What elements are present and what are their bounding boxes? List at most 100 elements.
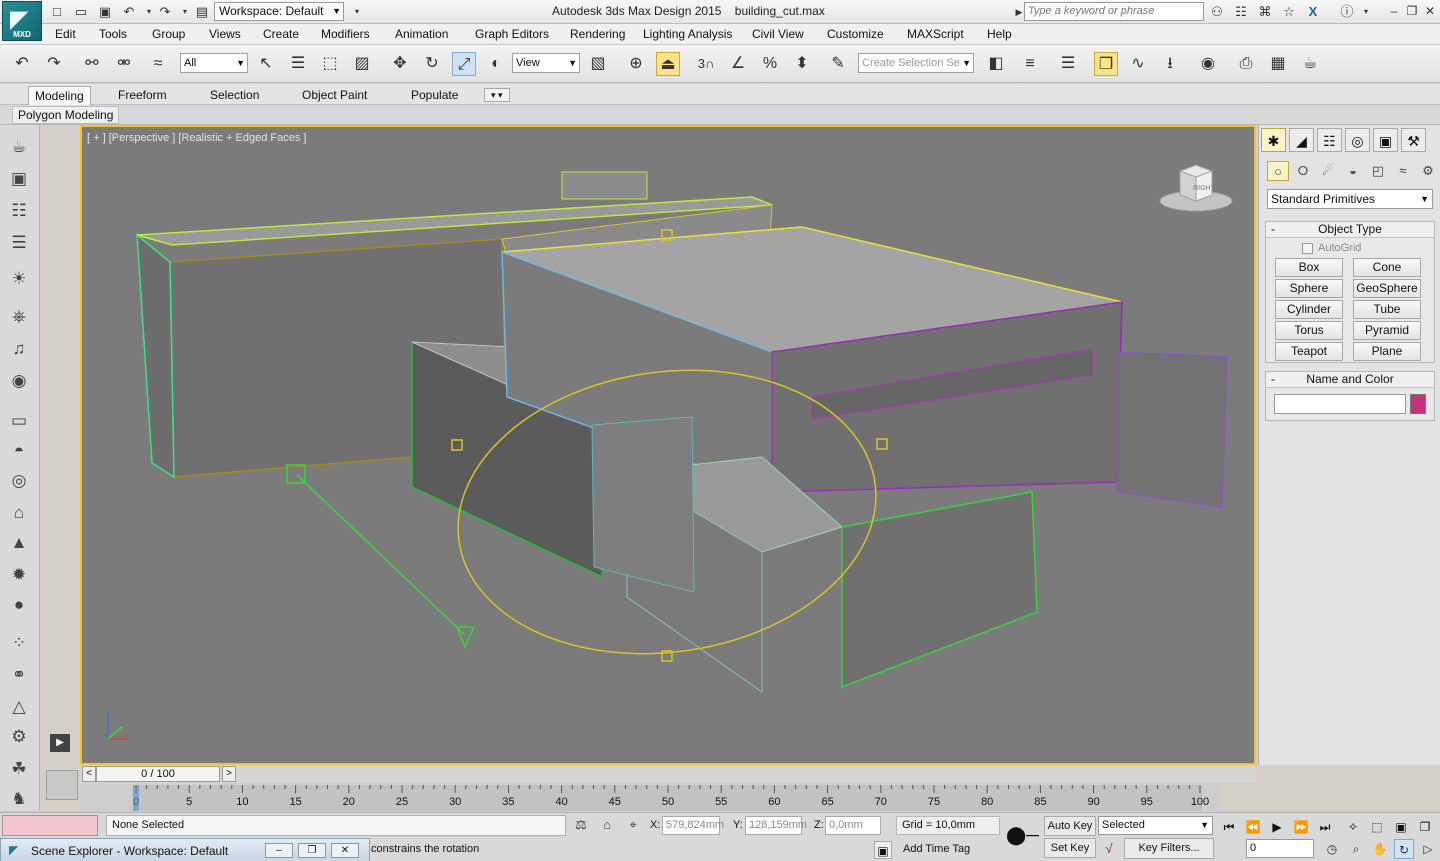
layer-manager-icon[interactable]: ☰: [1056, 52, 1080, 76]
pivot-center-icon[interactable]: ▧: [586, 52, 610, 76]
select-and-place-icon[interactable]: ◐: [484, 52, 508, 76]
orbit-icon[interactable]: ↻: [1394, 839, 1414, 859]
biped-icon[interactable]: ♞: [6, 787, 32, 811]
menu-lighting-analysis[interactable]: Lighting Analysis: [643, 27, 732, 41]
undo-icon[interactable]: ↶: [10, 52, 34, 76]
torus-icon[interactable]: ◎: [6, 469, 32, 493]
bone-icon[interactable]: ⚭: [6, 663, 32, 687]
teapot-button[interactable]: Teapot: [1275, 342, 1343, 361]
percent-snap-icon[interactable]: %: [758, 52, 782, 76]
current-frame-input[interactable]: 0: [1246, 839, 1314, 858]
redo-icon[interactable]: ↷: [156, 3, 174, 21]
menu-rendering[interactable]: Rendering: [570, 27, 625, 41]
menu-graph-editors[interactable]: Graph Editors: [475, 27, 549, 41]
shapes-category-icon[interactable]: ⭘: [1292, 161, 1314, 181]
auto-key-button[interactable]: Auto Key: [1044, 816, 1096, 836]
pan-hand-icon[interactable]: ✋: [1370, 839, 1390, 859]
polygon-modeling-panel[interactable]: Polygon Modeling: [12, 106, 120, 124]
menu-customize[interactable]: Customize: [827, 27, 884, 41]
help-icon[interactable]: ⓘ: [1338, 3, 1356, 21]
layer-explorer-icon[interactable]: ☰: [6, 231, 32, 255]
project-folder-icon[interactable]: ▤: [193, 3, 211, 21]
tab-populate[interactable]: Populate: [405, 86, 464, 105]
perspective-viewport[interactable]: [ + ] [Perspective ] [Realistic + Edged …: [80, 125, 1256, 765]
workspace-selector[interactable]: Workspace: Default ▼: [214, 2, 344, 21]
bind-to-space-warp-icon[interactable]: ≈: [146, 52, 170, 76]
display-panel-icon[interactable]: ▣: [1373, 128, 1398, 152]
application-menu-button[interactable]: ◤ MXD: [2, 1, 42, 41]
minimize-icon[interactable]: –: [1386, 3, 1402, 19]
mini-viewport-toggle[interactable]: [46, 770, 78, 800]
minimize-icon[interactable]: –: [265, 843, 293, 858]
object-name-input[interactable]: [1274, 394, 1406, 414]
open-file-icon[interactable]: ▭: [72, 3, 90, 21]
tab-object-paint[interactable]: Object Paint: [296, 86, 373, 105]
helpers-category-icon[interactable]: ◰: [1367, 161, 1389, 181]
utilities-panel-icon[interactable]: ⚒: [1401, 128, 1426, 152]
menu-help[interactable]: Help: [987, 27, 1012, 41]
camera-icon[interactable]: ⎈: [6, 305, 32, 329]
key-tangent-icon[interactable]: √: [1100, 840, 1118, 858]
time-cursor[interactable]: [133, 785, 139, 811]
object-type-header[interactable]: - Object Type: [1266, 222, 1434, 238]
angle-snap-icon[interactable]: ∠: [726, 52, 750, 76]
subscription-center-icon[interactable]: ☷: [1232, 3, 1250, 21]
render-setup-icon[interactable]: ⎙: [1234, 52, 1258, 76]
exchange-apps-icon[interactable]: X: [1304, 3, 1322, 21]
plane-button[interactable]: Plane: [1353, 342, 1421, 361]
menu-edit[interactable]: Edit: [55, 27, 76, 41]
cone-icon[interactable]: ▲: [6, 531, 32, 555]
rectangular-selection-icon[interactable]: ⬚: [318, 52, 342, 76]
edit-named-selection-icon[interactable]: ✎: [826, 52, 850, 76]
space-warps-category-icon[interactable]: ≈: [1392, 161, 1414, 181]
play-icon[interactable]: ▶: [1266, 817, 1288, 837]
z-coordinate-input[interactable]: 0,0mm: [825, 816, 881, 835]
box-button[interactable]: Box: [1275, 258, 1343, 277]
select-and-rotate-icon[interactable]: ↻: [420, 52, 444, 76]
communication-center-icon[interactable]: ⌘: [1256, 3, 1274, 21]
cone-button[interactable]: Cone: [1353, 258, 1421, 277]
spinner-snap-icon[interactable]: ⬍: [790, 52, 814, 76]
key-mode-toggle-icon[interactable]: ✧: [1342, 817, 1364, 837]
systems-category-icon[interactable]: ⚙: [1417, 161, 1439, 181]
schematic-view-icon[interactable]: ⭳: [1158, 52, 1182, 76]
tab-freeform[interactable]: Freeform: [112, 86, 173, 105]
selection-filter-select[interactable]: All ▼: [180, 53, 248, 73]
light-bulb-icon[interactable]: ☀: [6, 267, 32, 291]
menu-maxscript[interactable]: MAXScript: [907, 27, 964, 41]
primitive-category-select[interactable]: Standard Primitives ▼: [1267, 189, 1433, 209]
name-and-color-header[interactable]: - Name and Color: [1266, 372, 1434, 388]
select-manipulate-icon[interactable]: ⊕: [624, 52, 648, 76]
select-and-scale-icon[interactable]: ⤢: [452, 52, 476, 76]
scene-explorer-window[interactable]: ◤ Scene Explorer - Workspace: Default – …: [0, 838, 370, 861]
y-coordinate-input[interactable]: 128,159mm: [745, 816, 807, 835]
select-object-icon[interactable]: ↖: [254, 52, 278, 76]
binoculars-icon[interactable]: ⚇: [1208, 3, 1226, 21]
next-key-icon[interactable]: ⏩: [1290, 817, 1312, 837]
select-by-name-icon[interactable]: ☰: [286, 52, 310, 76]
tab-selection[interactable]: Selection: [204, 86, 265, 105]
mirror-icon[interactable]: ◧: [984, 52, 1008, 76]
sphere-button[interactable]: Sphere: [1275, 279, 1343, 298]
render-production-icon[interactable]: ☕: [1298, 52, 1322, 76]
expand-arrow-icon[interactable]: ▶: [50, 734, 70, 752]
close-icon[interactable]: ✕: [331, 843, 359, 858]
material-editor-icon[interactable]: ◉: [1196, 52, 1220, 76]
gear-icon[interactable]: ⚙: [6, 725, 32, 749]
restore-icon[interactable]: ❐: [298, 843, 326, 858]
sun-icon[interactable]: ✹: [6, 563, 32, 587]
menu-create[interactable]: Create: [263, 27, 299, 41]
hierarchy-panel-icon[interactable]: ☷: [1317, 128, 1342, 152]
restore-icon[interactable]: ❐: [1404, 3, 1420, 19]
scene-list-icon[interactable]: ☷: [6, 199, 32, 223]
help-dropdown-icon[interactable]: ▾: [1357, 3, 1375, 21]
foliage-icon[interactable]: ☘: [6, 757, 32, 781]
ribbon-options-dropdown[interactable]: ▾ ▾: [484, 88, 510, 102]
zoom-all-icon[interactable]: ▣: [1390, 817, 1412, 837]
select-and-move-icon[interactable]: ✥: [388, 52, 412, 76]
object-color-swatch[interactable]: [1410, 394, 1426, 414]
pyramid-icon[interactable]: △: [6, 695, 32, 719]
cylinder-button[interactable]: Cylinder: [1275, 300, 1343, 319]
zoom-extents-icon[interactable]: ⬚: [1366, 817, 1388, 837]
time-config-icon[interactable]: ◷: [1322, 839, 1342, 859]
